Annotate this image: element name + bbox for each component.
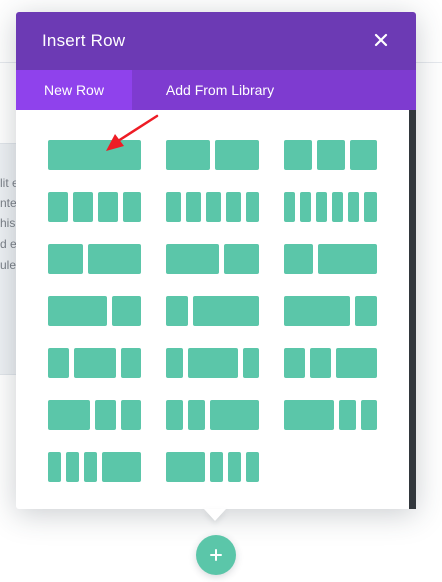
layout-column — [166, 140, 210, 170]
tab-add-from-library[interactable]: Add From Library — [132, 70, 308, 110]
layout-column — [66, 452, 79, 482]
layout-column — [121, 348, 141, 378]
layout-column — [188, 400, 205, 430]
layout-column — [284, 400, 334, 430]
layout-column — [166, 296, 188, 326]
layout-column — [166, 400, 183, 430]
row-layout-1-4_3-4[interactable] — [166, 296, 259, 326]
layout-column — [317, 140, 345, 170]
row-layout-1-5_1-5_3-5[interactable] — [166, 400, 259, 430]
layout-column — [210, 452, 223, 482]
row-layout-2-5_3-5[interactable] — [48, 244, 141, 274]
modal-tabs: New Row Add From Library — [16, 70, 416, 110]
row-layout-3-4_1-4[interactable] — [284, 296, 377, 326]
layout-column — [48, 296, 107, 326]
layout-column — [48, 192, 68, 222]
row-layout-1-3_2-3[interactable] — [284, 244, 377, 274]
layout-column — [193, 296, 259, 326]
layout-column — [284, 244, 313, 274]
close-icon — [374, 33, 388, 47]
layout-column — [166, 452, 205, 482]
layout-column — [98, 192, 118, 222]
layout-column — [332, 192, 343, 222]
layout-column — [73, 192, 93, 222]
modal-header: Insert Row — [16, 12, 416, 70]
layout-column — [48, 244, 83, 274]
row-layout-grid — [16, 110, 416, 509]
layout-column — [243, 348, 259, 378]
layout-column — [316, 192, 327, 222]
row-layout-1-2_1-4_1-4[interactable] — [48, 400, 141, 430]
row-layout-3-5_1-5_1-5[interactable] — [284, 400, 377, 430]
layout-column — [95, 400, 116, 430]
row-layout-1[interactable] — [48, 140, 141, 170]
row-layout-1-2_1-2[interactable] — [166, 140, 259, 170]
layout-column — [206, 192, 221, 222]
layout-column — [310, 348, 331, 378]
layout-column — [166, 244, 219, 274]
layout-column — [348, 192, 359, 222]
layout-column — [284, 296, 350, 326]
layout-column — [246, 452, 259, 482]
layout-column — [350, 140, 377, 170]
layout-column — [112, 296, 141, 326]
close-button[interactable] — [366, 25, 396, 55]
row-layout-1-5x5[interactable] — [166, 192, 259, 222]
tab-new-row[interactable]: New Row — [16, 70, 132, 110]
modal-pointer — [204, 509, 226, 521]
layout-column — [166, 348, 183, 378]
layout-column — [48, 348, 69, 378]
layout-column — [228, 452, 241, 482]
layout-column — [246, 192, 259, 222]
layout-column — [123, 192, 141, 222]
layout-column — [88, 244, 141, 274]
layout-column — [166, 192, 181, 222]
layout-column — [102, 452, 141, 482]
layout-column — [48, 140, 141, 170]
layout-column — [186, 192, 201, 222]
insert-row-modal: Insert Row New Row Add From Library — [16, 12, 416, 509]
row-layout-1-4_1-2_1-4[interactable] — [48, 348, 141, 378]
row-layout-1-4x4[interactable] — [48, 192, 141, 222]
layout-column — [318, 244, 377, 274]
layout-column — [300, 192, 311, 222]
scrollbar[interactable] — [409, 110, 416, 509]
modal-title: Insert Row — [42, 31, 126, 50]
layout-column — [48, 400, 90, 430]
row-layout-2-3_1-3[interactable] — [48, 296, 141, 326]
layout-column — [339, 400, 356, 430]
row-layout-1-3x3[interactable] — [284, 140, 377, 170]
layout-column — [355, 296, 377, 326]
layout-column — [284, 140, 312, 170]
layout-column — [336, 348, 377, 378]
layout-column — [361, 400, 377, 430]
row-layout-1-6x6[interactable] — [284, 192, 377, 222]
layout-column — [364, 192, 377, 222]
layout-column — [84, 452, 97, 482]
layout-column — [224, 244, 259, 274]
plus-icon — [210, 549, 222, 561]
row-layout-1-4_1-4_1-2[interactable] — [284, 348, 377, 378]
layout-column — [121, 400, 141, 430]
layout-column — [284, 192, 295, 222]
row-layout-3-5_2-5[interactable] — [166, 244, 259, 274]
layout-column — [226, 192, 241, 222]
row-layout-1-6_1-6_1-6_1-2[interactable] — [48, 452, 141, 482]
layout-column — [48, 452, 61, 482]
layout-column — [284, 348, 305, 378]
row-layout-1-2_1-6_1-6_1-6[interactable] — [166, 452, 259, 482]
layout-column — [188, 348, 238, 378]
layout-column — [74, 348, 116, 378]
add-row-button[interactable] — [196, 535, 236, 575]
layout-column — [210, 400, 259, 430]
layout-column — [215, 140, 259, 170]
row-layout-1-5_3-5_1-5[interactable] — [166, 348, 259, 378]
